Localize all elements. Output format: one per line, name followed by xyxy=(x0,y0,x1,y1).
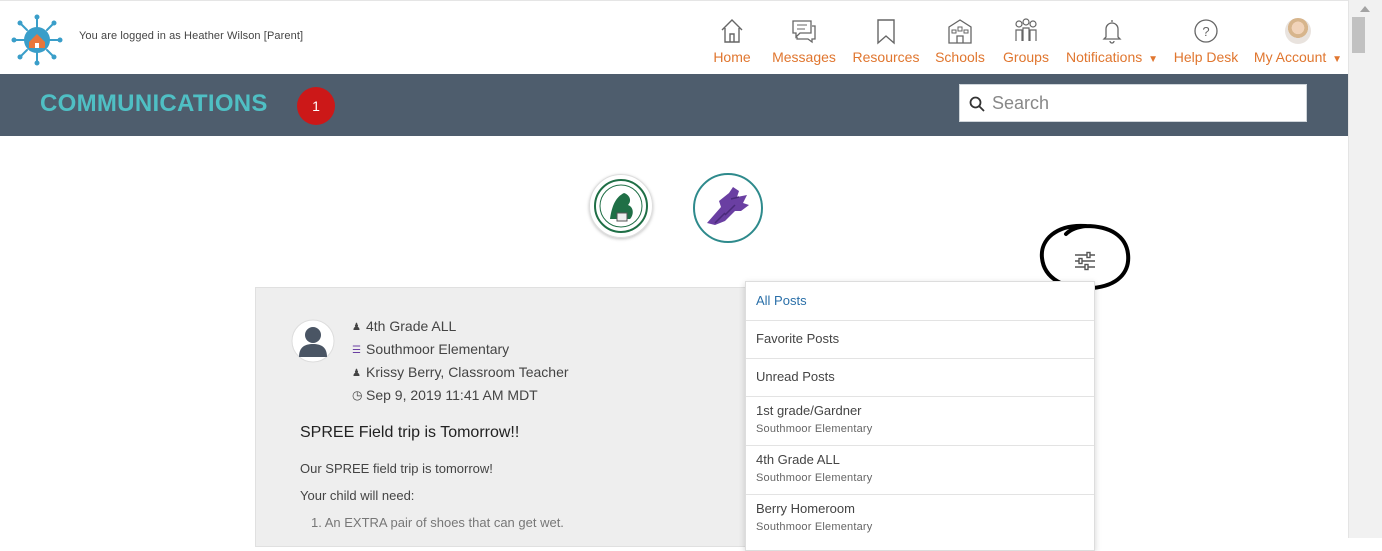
chevron-down-icon: ▼ xyxy=(1148,54,1159,65)
avatar xyxy=(1285,18,1311,44)
post-title: SPREE Field trip is Tomorrow!! xyxy=(300,424,520,441)
unread-count-badge: 1 xyxy=(297,87,335,125)
question-icon: ? xyxy=(1194,19,1218,43)
groups-icon xyxy=(1015,18,1037,41)
school-icon xyxy=(948,19,972,44)
filter-all-posts[interactable]: All Posts xyxy=(746,282,1094,321)
filter-item-label: Favorite Posts xyxy=(756,331,840,346)
author-avatar-icon xyxy=(291,319,335,363)
post-timestamp: ◷ Sep 9, 2019 11:41 AM MDT xyxy=(352,387,538,403)
page-scrollbar[interactable] xyxy=(1348,0,1382,538)
nav-label: Groups xyxy=(1003,49,1049,65)
nav-my-account[interactable]: My Account ▼ xyxy=(1251,1,1345,75)
post-body-list-item: 1. An EXTRA pair of shoes that can get w… xyxy=(311,515,564,530)
post-card[interactable]: ♟ 4th Grade ALL ☰ Southmoor Elementary ♟ Kr… xyxy=(255,287,815,547)
filter-group-1st-grade-gardner[interactable]: 1st grade/Gardner Southmoor Elementary xyxy=(746,396,1094,446)
post-school: ☰ Southmoor Elementary xyxy=(352,341,510,357)
logged-in-status: You are logged in as Heather Wilson [Par… xyxy=(79,30,304,42)
filter-item-label: 1st grade/Gardner xyxy=(756,403,862,418)
nav-groups[interactable]: Groups xyxy=(1000,1,1052,75)
messages-icon xyxy=(792,20,816,44)
school-mascot-icon: ☰ xyxy=(352,345,361,356)
communications-banner: COMMUNICATIONS 1 xyxy=(0,74,1348,136)
nav-messages[interactable]: Messages xyxy=(769,1,839,75)
home-icon xyxy=(721,19,743,43)
scroll-up-arrow-icon[interactable] xyxy=(1360,6,1370,12)
filter-item-school: Southmoor Elementary xyxy=(756,521,873,533)
school-logo-2[interactable] xyxy=(693,173,763,243)
search-box[interactable] xyxy=(959,84,1307,122)
post-body-line: Your child will need: xyxy=(300,488,415,503)
nav-help-desk[interactable]: ? Help Desk xyxy=(1170,1,1242,75)
clock-icon: ◷ xyxy=(352,388,363,402)
filter-dropdown-menu: All Posts Favorite Posts Unread Posts 1s… xyxy=(745,281,1095,551)
nav-label: Schools xyxy=(935,49,985,65)
filter-item-school: Southmoor Elementary xyxy=(756,472,873,484)
filter-favorite-posts[interactable]: Favorite Posts xyxy=(746,320,1094,359)
filter-item-label: All Posts xyxy=(756,293,807,308)
nav-home[interactable]: Home xyxy=(708,1,756,75)
search-input[interactable] xyxy=(992,85,1292,121)
nav-notifications[interactable]: Notifications ▼ xyxy=(1064,1,1160,75)
post-author: ♟ Krissy Berry, Classroom Teacher xyxy=(352,364,569,380)
nav-label: Help Desk xyxy=(1173,49,1239,65)
nav-schools[interactable]: Schools xyxy=(932,1,988,75)
user-icon: ♟ xyxy=(352,368,361,379)
chevron-down-icon: ▼ xyxy=(1332,54,1343,65)
top-header: You are logged in as Heather Wilson [Par… xyxy=(0,0,1348,74)
scroll-thumb[interactable] xyxy=(1352,17,1365,53)
filter-unread-posts[interactable]: Unread Posts xyxy=(746,358,1094,397)
school-logo-1[interactable] xyxy=(589,174,653,238)
filter-group-4th-grade-all[interactable]: 4th Grade ALL Southmoor Elementary xyxy=(746,445,1094,495)
post-body-line: Our SPREE field trip is tomorrow! xyxy=(300,461,493,476)
nav-label: Home xyxy=(713,49,751,65)
filter-group-berry-homeroom[interactable]: Berry Homeroom Southmoor Elementary xyxy=(746,494,1094,543)
user-icon: ♟ xyxy=(352,322,361,333)
search-icon xyxy=(969,96,985,112)
app-logo-icon[interactable] xyxy=(10,13,64,67)
bell-icon xyxy=(1102,20,1122,44)
bookmark-icon xyxy=(877,19,895,45)
nav-resources[interactable]: Resources xyxy=(851,1,921,75)
filter-item-label: 4th Grade ALL xyxy=(756,452,840,467)
nav-label: Messages xyxy=(772,49,836,65)
nav-label: Notifications ▼ xyxy=(1065,49,1159,65)
post-group: ♟ 4th Grade ALL xyxy=(352,318,457,334)
filter-item-label: Berry Homeroom xyxy=(756,501,855,516)
nav-label: My Account ▼ xyxy=(1253,49,1343,65)
filter-sliders-icon[interactable] xyxy=(1067,246,1103,276)
nav-label: Resources xyxy=(852,49,920,65)
filter-item-school: Southmoor Elementary xyxy=(756,423,873,435)
filter-item-label: Unread Posts xyxy=(756,369,835,384)
page-title: COMMUNICATIONS xyxy=(40,90,268,117)
svg-text:?: ? xyxy=(1202,24,1209,39)
